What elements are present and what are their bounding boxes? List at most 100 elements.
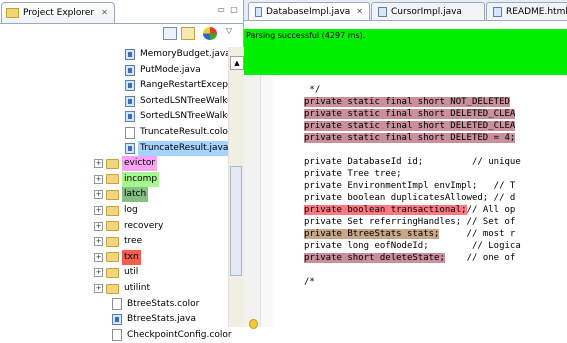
tab-databaseimpl[interactable]: DatabaseImpl.java ✕ <box>248 2 370 20</box>
code-text: private static final short NOT_DELETED <box>304 97 510 107</box>
tree-item-label: txn <box>122 249 141 265</box>
expand-icon[interactable]: + <box>94 206 103 215</box>
code-line: private long eofNodeId; // Logica <box>304 240 521 252</box>
java-file-icon <box>378 6 387 17</box>
tree-item-rangerestartexcepti[interactable]: RangeRestartExcepti <box>125 78 236 93</box>
code-text: private DatabaseId id; // unique <box>304 157 521 167</box>
tab-label: README.html <box>506 6 567 17</box>
code-text: private static final short DELETED_CLEA <box>304 109 516 119</box>
java-file-icon <box>112 314 122 326</box>
expand-icon[interactable]: + <box>94 237 103 247</box>
code-text: /* <box>304 277 315 287</box>
package-folder-icon <box>106 236 119 247</box>
code-comment: // one of <box>444 253 516 263</box>
package-folder-icon <box>106 267 119 278</box>
java-file-icon <box>125 80 135 92</box>
tab-label: DatabaseImpl.java <box>266 6 351 17</box>
warning-icon[interactable] <box>249 319 258 329</box>
package-folder-icon <box>106 221 119 232</box>
minimize-icon[interactable]: ▭ <box>216 5 226 14</box>
tree-item-utilint[interactable]: + utilint <box>94 281 152 296</box>
code-line: private boolean duplicatesAllowed; // d <box>304 192 515 204</box>
status-message: Parsing successful (4297 ms). <box>246 31 366 40</box>
code-text: private short deleteState; <box>304 253 445 263</box>
tree-item-tree[interactable]: + tree <box>94 234 144 249</box>
tree-item-evictor[interactable]: + evictor <box>94 156 158 172</box>
tree-item-truncateresult-java[interactable]: TruncateResult.java <box>125 140 231 156</box>
java-file-icon <box>125 64 135 76</box>
tree-scrollbar[interactable]: ▲ <box>228 47 244 327</box>
code-line: private EnvironmentImpl envImpl; // T <box>304 180 515 192</box>
tree-item-label: latch <box>122 187 149 203</box>
tree-item-memorybudget-java[interactable]: MemoryBudget.java <box>125 47 233 62</box>
tree-item-label: SortedLSNTreeWalker <box>140 95 237 106</box>
tree-item-putmode-java[interactable]: PutMode.java <box>125 63 203 78</box>
package-folder-icon <box>106 189 119 200</box>
link-with-editor-icon[interactable] <box>181 27 195 40</box>
tree-item-btreestats-java[interactable]: BtreeStats.java <box>112 312 198 327</box>
code-text: private long eofNodeId; // Logica <box>304 241 521 251</box>
code-line: private static final short DELETED_CLEA <box>304 108 516 120</box>
tree-item-label: PutMode.java <box>140 64 201 75</box>
tree-item-label: log <box>124 205 138 215</box>
editor-area: DatabaseImpl.java ✕ CursorImpl.java READ… <box>244 0 567 329</box>
collapse-all-icon[interactable] <box>163 27 177 40</box>
close-icon[interactable]: ✕ <box>101 8 108 17</box>
filter-icon[interactable] <box>203 27 217 40</box>
project-explorer-panel: Project Explorer ✕ ▭ ▢ ▽ MemoryBudget.ja… <box>0 0 244 342</box>
code-line: private Set referringHandles; // Set of <box>304 216 515 228</box>
code-comment: // All op <box>466 205 516 215</box>
code-editor[interactable]: */ private static final short NOT_DELETED… <box>304 74 567 327</box>
package-folder-icon <box>106 252 119 263</box>
package-folder-icon <box>106 174 119 185</box>
code-text: private EnvironmentImpl envImpl; // T <box>304 181 516 191</box>
code-text: private boolean duplicatesAllowed; // d <box>304 193 516 203</box>
package-folder-icon <box>106 158 119 169</box>
expand-icon[interactable]: + <box>94 174 103 184</box>
tree-item-incomp[interactable]: + incomp <box>94 171 160 187</box>
java-file-icon <box>125 95 135 107</box>
scroll-up-arrow[interactable]: ▲ <box>230 56 244 70</box>
code-text: private Set referringHandles; // Set of <box>304 217 516 227</box>
tree-item-latch[interactable]: + latch <box>94 187 149 203</box>
tree-item-recovery[interactable]: + recovery <box>94 219 165 234</box>
code-line: private short deleteState; // one of <box>304 252 515 264</box>
code-line: private static final short NOT_DELETED <box>304 96 510 108</box>
tree-item-label: TruncateResult.color <box>140 127 232 137</box>
tree-item-log[interactable]: + log <box>94 203 140 218</box>
code-line: */ <box>304 84 320 96</box>
project-tree: MemoryBudget.java PutMode.java RangeRestar… <box>0 47 236 342</box>
package-folder-icon <box>106 205 119 216</box>
expand-icon[interactable]: + <box>94 284 103 293</box>
tree-item-sortedlsntreewalke[interactable]: SortedLSNTreeWalke <box>125 109 235 124</box>
code-line: private DatabaseId id; // unique <box>304 156 521 168</box>
close-icon[interactable]: ✕ <box>356 7 363 16</box>
java-file-icon <box>125 49 135 60</box>
expand-icon[interactable]: + <box>94 252 103 262</box>
folder-icon <box>6 7 19 18</box>
tree-item-checkpointconfig-color[interactable]: CheckpointConfig.color <box>112 328 234 343</box>
expand-icon[interactable]: + <box>94 268 103 278</box>
project-explorer-tab[interactable]: Project Explorer ✕ <box>1 1 244 23</box>
tree-item-btreestats-color[interactable]: BtreeStats.color <box>112 297 201 312</box>
tree-item-truncateresult-color[interactable]: TruncateResult.color <box>125 125 234 140</box>
expand-icon[interactable]: + <box>94 190 103 200</box>
tab-readme[interactable]: README.html <box>486 2 567 20</box>
tree-item-sortedlsntreewalker[interactable]: SortedLSNTreeWalker <box>125 94 238 109</box>
expand-icon[interactable]: + <box>94 221 103 231</box>
editor-tab-bar: DatabaseImpl.java ✕ CursorImpl.java READ… <box>244 0 567 21</box>
tree-item-txn[interactable]: + txn <box>94 249 141 265</box>
maximize-icon[interactable]: ▢ <box>229 5 239 14</box>
project-explorer-toolbar: ▽ <box>0 23 243 44</box>
code-line: private Tree tree; <box>304 168 402 180</box>
file-icon <box>112 298 122 311</box>
tree-item-label: incomp <box>122 171 160 187</box>
view-menu-icon[interactable]: ▽ <box>226 26 235 35</box>
code-text: */ <box>304 85 321 95</box>
tab-cursorimpl[interactable]: CursorImpl.java <box>371 2 485 20</box>
expand-icon[interactable]: + <box>94 159 103 169</box>
tree-item-label: recovery <box>124 220 164 231</box>
scroll-thumb[interactable] <box>230 166 242 276</box>
tree-item-label: TruncateResult.java <box>138 140 231 156</box>
tree-item-util[interactable]: + util <box>94 265 140 280</box>
